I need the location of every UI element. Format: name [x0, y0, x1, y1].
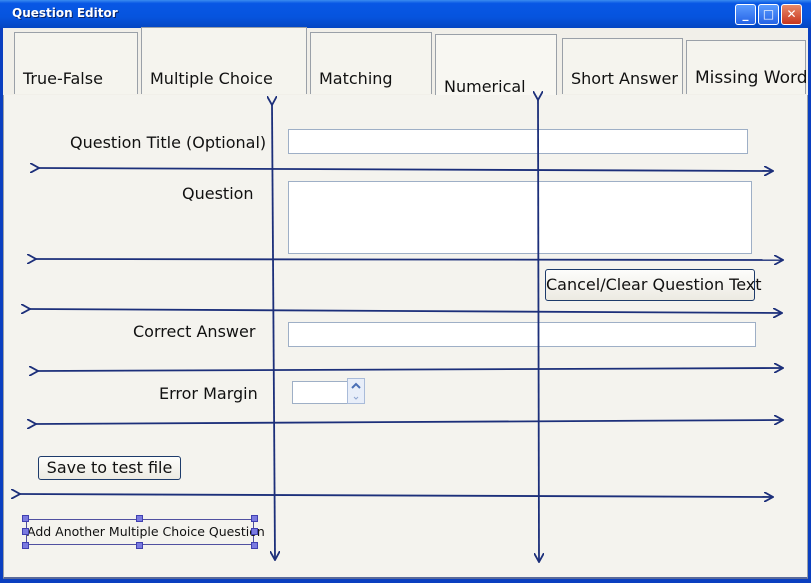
horizontal-guide-arrow — [35, 259, 782, 260]
vertical-guide-arrow — [538, 99, 539, 561]
horizontal-guide-arrow — [35, 420, 782, 424]
horizontal-guide-arrow — [29, 309, 781, 313]
question-editor-window: Question Editor _ □ ✕ True-False Multipl… — [0, 0, 811, 583]
horizontal-guide-arrow — [19, 494, 772, 497]
vertical-guide-arrow — [272, 104, 275, 559]
horizontal-guide-arrow — [37, 368, 782, 371]
horizontal-guide-arrow — [38, 168, 772, 171]
layout-guides — [0, 0, 811, 583]
